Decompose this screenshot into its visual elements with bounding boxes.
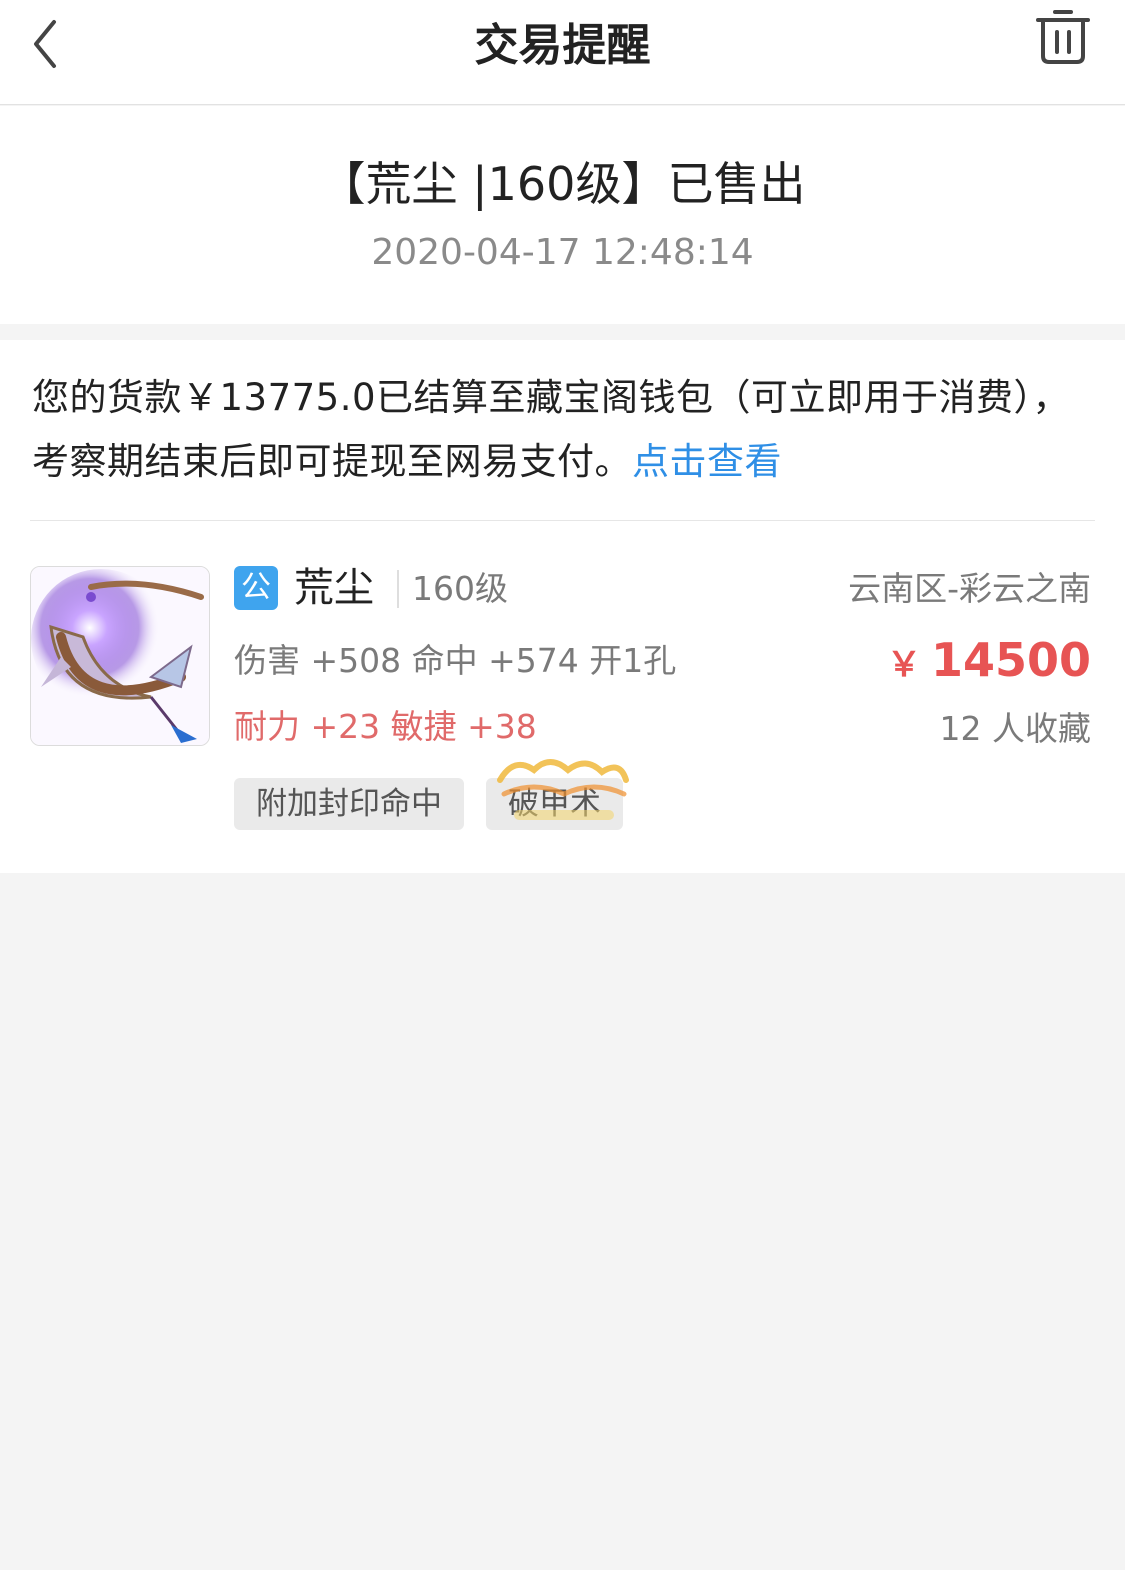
server-name: 云南区-彩云之南 xyxy=(848,569,1091,608)
delete-button[interactable] xyxy=(1035,8,1091,68)
tag-armor-break: 破甲术 xyxy=(486,778,623,830)
trash-icon xyxy=(1036,10,1090,64)
item-stats-main: 伤害 +508 命中 +574 开1孔 xyxy=(234,641,677,680)
weapon-image-icon xyxy=(31,567,209,745)
settlement-message: 您的货款￥13775.0已结算至藏宝阁钱包（可立即用于消费），考察期结束后即可提… xyxy=(32,366,1095,494)
settlement-text: 您的货款￥13775.0已结算至藏宝阁钱包（可立即用于消费），考察期结束后即可提… xyxy=(32,376,1071,483)
item-level: 160级 xyxy=(412,569,508,608)
currency-symbol: ￥ xyxy=(886,645,921,685)
item-price: ￥ 14500 xyxy=(887,630,1091,695)
name-separator xyxy=(397,570,399,608)
page-title: 交易提醒 xyxy=(474,20,651,71)
view-link[interactable]: 点击查看 xyxy=(632,440,782,483)
price-value: 14500 xyxy=(930,633,1091,687)
item-name[interactable]: 荒尘 xyxy=(294,560,374,616)
item-tags: 附加封印命中 破甲术 xyxy=(234,778,623,830)
nav-bar: 交易提醒 xyxy=(0,0,1125,105)
public-badge: 公 xyxy=(234,566,278,610)
sale-title: 【荒尘 |160级】已售出 xyxy=(319,157,806,211)
divider xyxy=(30,520,1095,521)
detail-card: 您的货款￥13775.0已结算至藏宝阁钱包（可立即用于消费），考察期结束后即可提… xyxy=(0,340,1125,873)
item-image[interactable] xyxy=(30,566,210,746)
sale-summary: 【荒尘 |160级】已售出 2020-04-17 12:48:14 xyxy=(0,106,1125,324)
item-stats-bonus: 耐力 +23 敏捷 +38 xyxy=(234,707,537,746)
favorite-count: 12 人收藏 xyxy=(939,709,1091,748)
tag-seal-hit: 附加封印命中 xyxy=(234,778,464,830)
sale-datetime: 2020-04-17 12:48:14 xyxy=(371,232,754,273)
